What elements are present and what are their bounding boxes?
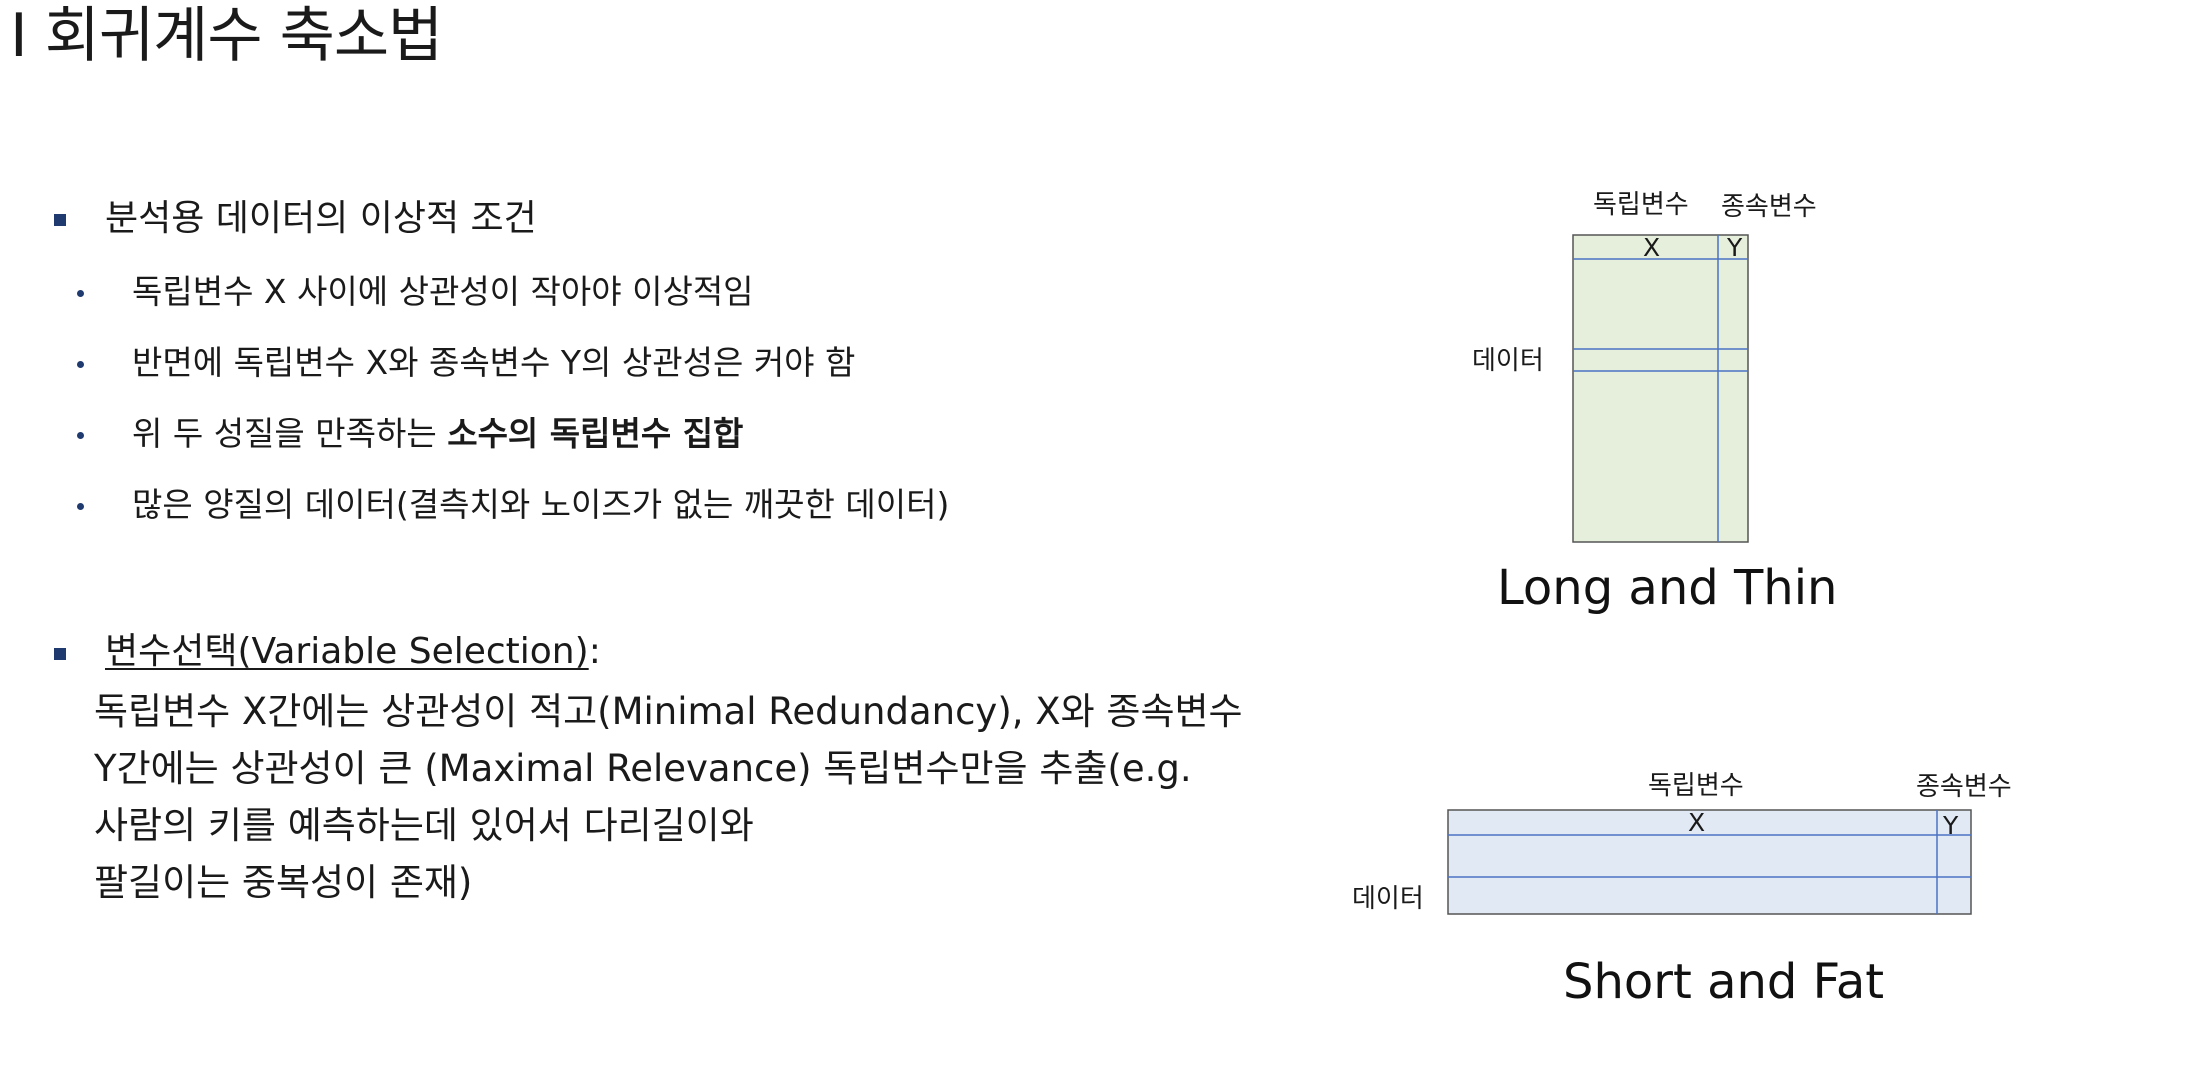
- square-bullet-icon: [54, 648, 66, 660]
- section-heading: 분석용 데이터의 이상적 조건: [105, 198, 537, 239]
- y-label: Y: [1943, 811, 1959, 840]
- list-item: 위 두 성질을 만족하는 소수의 독립변수 집합: [132, 413, 743, 455]
- section-heading: 변수선택(Variable Selection):: [105, 630, 601, 674]
- dot-bullet-icon: [77, 290, 84, 297]
- dependent-variable-label: 종속변수: [1916, 772, 2012, 802]
- matrix-body: [1572, 234, 1749, 543]
- list-item: 많은 양질의 데이터(결측치와 노이즈가 없는 깨끗한 데이터): [132, 485, 950, 524]
- section-heading-suffix: :: [588, 631, 601, 672]
- list-item-emphasis: 소수의 독립변수 집합: [447, 414, 744, 453]
- independent-variable-label: 독립변수: [1648, 771, 1744, 801]
- list-item: 독립변수 X 사이에 상관성이 작아야 이상적임: [132, 272, 754, 311]
- short-fat-matrix: [1447, 809, 1972, 915]
- y-label: Y: [1727, 233, 1743, 262]
- dependent-variable-label: 종속변수: [1721, 192, 1817, 222]
- data-label: 데이터: [1352, 884, 1424, 914]
- paragraph-line: Y간에는 상관성이 큰 (Maximal Relevance) 독립변수만을 추…: [94, 747, 1192, 790]
- x-label: X: [1643, 233, 1661, 262]
- long-thin-matrix: [1572, 234, 1749, 543]
- list-item-text: 위 두 성질을 만족하는: [132, 414, 448, 453]
- dot-bullet-icon: [77, 361, 84, 368]
- diagram-caption: Short and Fat: [1563, 954, 1885, 1010]
- data-label: 데이터: [1472, 346, 1544, 376]
- page-title: I 회귀계수 축소법: [10, 1, 443, 71]
- paragraph-line: 팔길이는 중복성이 존재): [94, 861, 473, 904]
- list-item: 반면에 독립변수 X와 종속변수 Y의 상관성은 커야 함: [132, 343, 856, 382]
- square-bullet-icon: [54, 214, 66, 226]
- diagram-caption: Long and Thin: [1497, 560, 1838, 616]
- paragraph-line: 사람의 키를 예측하는데 있어서 다리길이와: [94, 804, 754, 847]
- section-heading-underlined: 변수선택(Variable Selection): [105, 631, 589, 672]
- paragraph-line: 독립변수 X간에는 상관성이 적고(Minimal Redundancy), X…: [94, 690, 1243, 733]
- dot-bullet-icon: [77, 432, 84, 439]
- independent-variable-label: 독립변수: [1593, 190, 1689, 220]
- x-label: X: [1688, 808, 1706, 837]
- dot-bullet-icon: [77, 503, 84, 510]
- matrix-body: [1447, 809, 1972, 915]
